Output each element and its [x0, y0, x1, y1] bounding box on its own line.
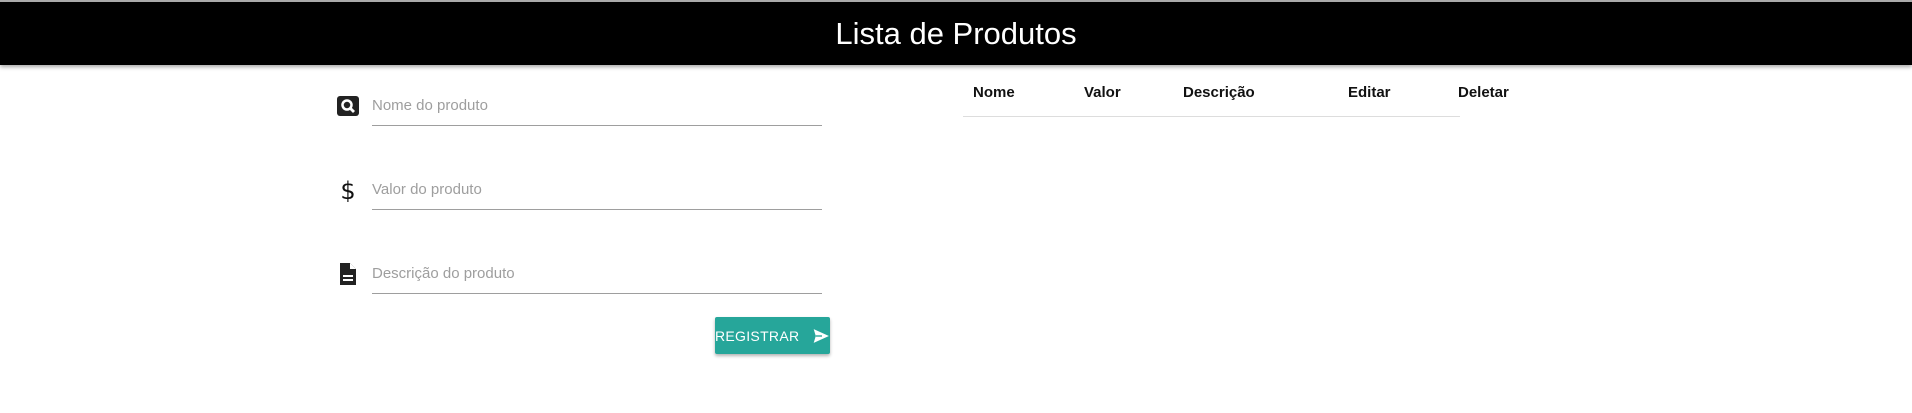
value-field-row: $: [336, 170, 822, 210]
product-description-input[interactable]: [372, 254, 822, 294]
column-header-deletar: Deletar: [1458, 84, 1509, 101]
product-value-input[interactable]: [372, 170, 822, 210]
document-icon: [340, 263, 356, 285]
column-header-valor: Valor: [1084, 84, 1121, 101]
register-button[interactable]: REGISTRAR: [715, 317, 830, 354]
search-icon: [337, 96, 359, 116]
svg-text:$: $: [340, 178, 355, 202]
app-header: Lista de Produtos: [0, 0, 1912, 65]
column-header-editar: Editar: [1348, 84, 1391, 101]
page-title: Lista de Produtos: [835, 15, 1077, 51]
products-table-header: Nome Valor Descrição Editar Deletar: [963, 72, 1509, 117]
dollar-icon: $: [340, 178, 355, 202]
description-field-row: [336, 254, 822, 294]
send-icon: [814, 328, 830, 343]
product-name-input[interactable]: [372, 86, 822, 126]
register-button-label: REGISTRAR: [715, 327, 800, 344]
column-header-descricao: Descrição: [1183, 84, 1255, 101]
name-field-row: [336, 86, 822, 126]
column-header-nome: Nome: [973, 84, 1015, 101]
